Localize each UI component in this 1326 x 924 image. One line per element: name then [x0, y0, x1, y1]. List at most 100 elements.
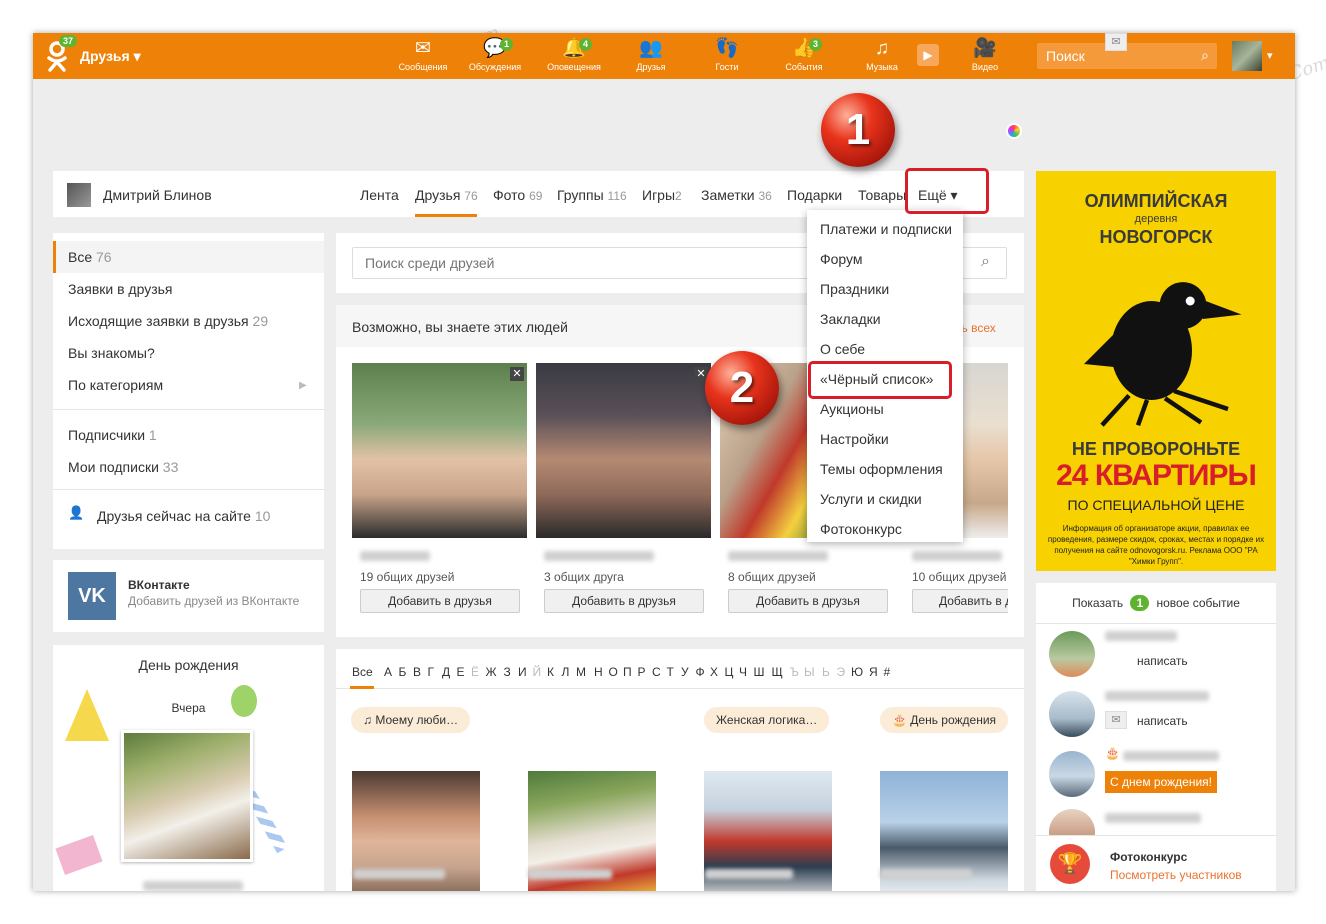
- birthday-friend-name[interactable]: [143, 881, 243, 891]
- write-message-link[interactable]: написать: [1137, 714, 1188, 728]
- add-friend-button[interactable]: Добавить в друзья: [360, 589, 520, 613]
- add-friend-button[interactable]: Добавить в друзья: [728, 589, 888, 613]
- alphabet-letter[interactable]: Ё: [471, 665, 479, 679]
- tab-friends[interactable]: Друзья 76: [415, 187, 478, 203]
- alphabet-letter[interactable]: Б: [399, 665, 407, 679]
- birthday-greeting-button[interactable]: С днем рождения!: [1105, 771, 1217, 793]
- menu-item-holidays[interactable]: Праздники: [820, 281, 889, 297]
- friend-name[interactable]: [353, 869, 445, 879]
- menu-item-forum[interactable]: Форум: [820, 251, 863, 267]
- suggestion-photo[interactable]: [536, 363, 711, 538]
- advertisement-banner[interactable]: ОЛИМПИЙСКАЯ деревня НОВОГОРСК НЕ ПРОВОРО…: [1036, 171, 1276, 571]
- alphabet-letter[interactable]: Д: [442, 665, 450, 679]
- alphabet-letter[interactable]: П: [623, 665, 632, 679]
- feed-user-avatar[interactable]: [1049, 631, 1095, 677]
- add-friend-button[interactable]: Добавить в друзья: [544, 589, 704, 613]
- user-menu-caret-icon[interactable]: ▾: [1267, 49, 1273, 62]
- suggestion-photo[interactable]: [352, 363, 527, 538]
- search-icon[interactable]: ⌕: [981, 253, 990, 271]
- menu-item-about[interactable]: О себе: [820, 341, 865, 357]
- menu-item-subscriptions[interactable]: Мои подписки 33: [68, 459, 178, 475]
- user-avatar[interactable]: [1232, 41, 1262, 71]
- suggestion-name[interactable]: [912, 551, 1002, 561]
- friend-name[interactable]: [528, 869, 612, 879]
- tab-gifts[interactable]: Подарки: [787, 187, 842, 203]
- suggestion-name[interactable]: [544, 551, 654, 561]
- alphabet-letter[interactable]: Ч: [739, 665, 747, 679]
- alphabet-letter[interactable]: Ь: [822, 665, 830, 679]
- alphabet-letter[interactable]: В: [413, 665, 421, 679]
- feed-user-name[interactable]: [1105, 691, 1209, 701]
- alphabet-letter[interactable]: Ц: [725, 665, 734, 679]
- category-chip-logic[interactable]: Женская логика…: [704, 707, 830, 733]
- menu-item-requests[interactable]: Заявки в друзья: [68, 281, 173, 297]
- dismiss-icon[interactable]: ✕: [510, 367, 524, 381]
- alphabet-letter[interactable]: Ш: [754, 665, 765, 679]
- tab-goods[interactable]: Товары: [858, 187, 906, 203]
- alphabet-letter[interactable]: К: [547, 665, 554, 679]
- alphabet-letter[interactable]: Г: [428, 665, 435, 679]
- alphabet-letter[interactable]: Ж: [486, 665, 497, 679]
- tab-feed[interactable]: Лента: [360, 187, 399, 203]
- tab-games[interactable]: Игры2: [642, 187, 682, 203]
- menu-item-all[interactable]: Все 76: [68, 249, 112, 265]
- feed-user-name[interactable]: [1105, 631, 1177, 641]
- suggestion-name[interactable]: [360, 551, 430, 561]
- alphabet-letter[interactable]: Р: [638, 665, 646, 679]
- alphabet-letter[interactable]: Ф: [696, 665, 705, 679]
- suggestion-name[interactable]: [728, 551, 828, 561]
- feed-user-avatar[interactable]: [1049, 751, 1095, 797]
- alphabet-letter[interactable]: #: [884, 665, 891, 679]
- search-icon[interactable]: ⌕: [1201, 47, 1209, 64]
- menu-item-online[interactable]: Друзья сейчас на сайте 10: [97, 508, 270, 524]
- nav-video[interactable]: 🎥 Видео: [952, 38, 1018, 76]
- alphabet-letter[interactable]: Все: [352, 665, 373, 679]
- menu-item-know[interactable]: Вы знакомы?: [68, 345, 155, 361]
- nav-guests[interactable]: 👣 Гости: [694, 38, 760, 76]
- tab-photos[interactable]: Фото 69: [493, 187, 542, 203]
- feed-header[interactable]: Показать 1 новое событие: [1036, 591, 1276, 615]
- profile-avatar[interactable]: [67, 183, 91, 207]
- alphabet-letter[interactable]: Ю: [851, 665, 863, 679]
- contest-link[interactable]: Посмотреть участников: [1110, 868, 1242, 882]
- alphabet-letter[interactable]: Н: [594, 665, 603, 679]
- alphabet-letter[interactable]: М: [576, 665, 586, 679]
- menu-item-settings[interactable]: Настройки: [820, 431, 889, 447]
- alphabet-letter[interactable]: У: [681, 665, 689, 679]
- nav-messages[interactable]: ✉ Сообщения: [390, 38, 456, 76]
- nav-discussions[interactable]: 💬 1 Обсуждения: [462, 38, 528, 76]
- envelope-icon[interactable]: ✉: [1105, 33, 1127, 51]
- alphabet-letter[interactable]: Щ: [772, 665, 783, 679]
- theme-color-icon[interactable]: [1008, 125, 1020, 137]
- alphabet-letter[interactable]: Ъ: [790, 665, 800, 679]
- music-play-icon[interactable]: ▶: [917, 44, 939, 66]
- alphabet-letter[interactable]: Х: [710, 665, 718, 679]
- tab-groups[interactable]: Группы 116: [557, 187, 627, 203]
- alphabet-letter[interactable]: О: [609, 665, 618, 679]
- feed-user-name[interactable]: [1123, 751, 1219, 761]
- write-message-link[interactable]: написать: [1137, 654, 1188, 668]
- add-friend-button[interactable]: Добавить в д: [912, 589, 1008, 613]
- alphabet-letter[interactable]: Л: [562, 665, 570, 679]
- alphabet-letter[interactable]: Е: [457, 665, 465, 679]
- menu-item-categories[interactable]: По категориям: [68, 377, 163, 393]
- menu-item-bookmarks[interactable]: Закладки: [820, 311, 881, 327]
- alphabet-letter[interactable]: Э: [837, 665, 846, 679]
- menu-item-subscribers[interactable]: Подписчики 1: [68, 427, 157, 443]
- friends-menu-toggle[interactable]: Друзья ▾: [80, 48, 141, 65]
- menu-item-payments[interactable]: Платежи и подписки: [820, 221, 952, 237]
- feed-user-avatar[interactable]: [1049, 691, 1095, 737]
- alphabet-letter[interactable]: З: [504, 665, 511, 679]
- alphabet-letter[interactable]: Т: [667, 665, 674, 679]
- tab-notes[interactable]: Заметки 36: [701, 187, 772, 203]
- category-chip-birthday[interactable]: 🎂 День рождения: [880, 707, 1009, 733]
- nav-notifications[interactable]: 🔔 4 Оповещения: [541, 38, 607, 76]
- alphabet-letter[interactable]: Я: [869, 665, 878, 679]
- menu-item-outgoing[interactable]: Исходящие заявки в друзья 29: [68, 313, 268, 329]
- alphabet-letter[interactable]: С: [652, 665, 661, 679]
- category-chip-beloved[interactable]: ♫ Моему люби…: [351, 707, 471, 733]
- photo-contest-card[interactable]: 🏆 Фотоконкурс Посмотреть участников: [1036, 835, 1276, 891]
- alphabet-letter[interactable]: А: [384, 665, 392, 679]
- menu-item-photo-contest[interactable]: Фотоконкурс: [820, 521, 902, 537]
- alphabet-letter[interactable]: И: [518, 665, 527, 679]
